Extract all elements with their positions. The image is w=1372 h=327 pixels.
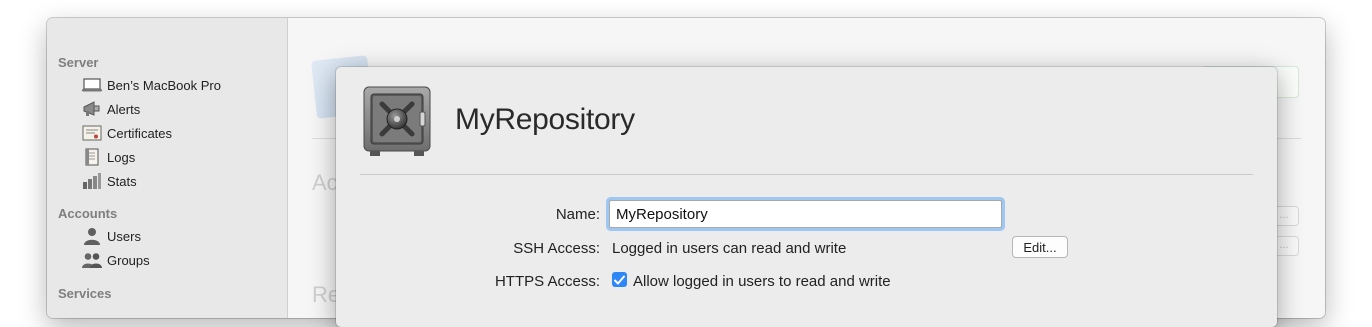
https-access-value: Allow logged in users to read and write [633, 273, 891, 290]
vault-safe-icon [362, 85, 432, 157]
ssh-access-value: Logged in users can read and write [612, 240, 847, 257]
sidebar-header-accounts: Accounts [58, 206, 118, 221]
sidebar-item-macbook[interactable]: Ben’s MacBook Pro [82, 75, 221, 95]
sidebar-item-alerts[interactable]: Alerts [82, 99, 140, 119]
sidebar-item-label: Certificates [107, 125, 173, 141]
checkmark-icon [614, 275, 625, 284]
sidebar-item-label: Stats [107, 173, 137, 189]
background-heading-access: Ac [312, 170, 338, 195]
sidebar-item-logs[interactable]: Logs [82, 147, 135, 167]
https-access-checkbox[interactable] [612, 272, 627, 287]
sidebar-header-services: Services [58, 286, 112, 301]
groups-icon [82, 252, 102, 269]
sidebar-item-label: Groups [107, 252, 150, 268]
ssh-access-label: SSH Access: [513, 240, 600, 257]
sidebar-item-groups[interactable]: Groups [82, 250, 150, 270]
sidebar: Server Ben’s MacBook Pro Alerts Certific… [47, 18, 288, 318]
sidebar-header-server: Server [58, 55, 99, 70]
sheet-divider [360, 174, 1253, 175]
sidebar-item-users[interactable]: Users [82, 226, 141, 246]
sheet-title: MyRepository [455, 103, 635, 136]
user-icon [82, 228, 102, 245]
edit-ssh-access-button[interactable]: Edit... [1012, 236, 1068, 258]
sidebar-item-label: Users [107, 228, 141, 244]
sidebar-item-label: Ben’s MacBook Pro [107, 77, 221, 93]
sidebar-item-label: Logs [107, 149, 136, 165]
repository-name-input[interactable] [609, 200, 1002, 228]
megaphone-icon [82, 101, 102, 118]
certificate-icon [82, 125, 102, 142]
sidebar-item-stats[interactable]: Stats [82, 171, 137, 191]
stats-icon [82, 173, 102, 190]
sidebar-item-label: Alerts [107, 101, 141, 117]
https-access-label: HTTPS Access: [494, 273, 600, 290]
repository-sheet: MyRepository Name: SSH Access: Logged in… [336, 67, 1277, 327]
name-label: Name: [555, 206, 600, 223]
laptop-icon [82, 77, 102, 94]
log-icon [82, 148, 102, 166]
sidebar-item-certificates[interactable]: Certificates [82, 123, 172, 143]
